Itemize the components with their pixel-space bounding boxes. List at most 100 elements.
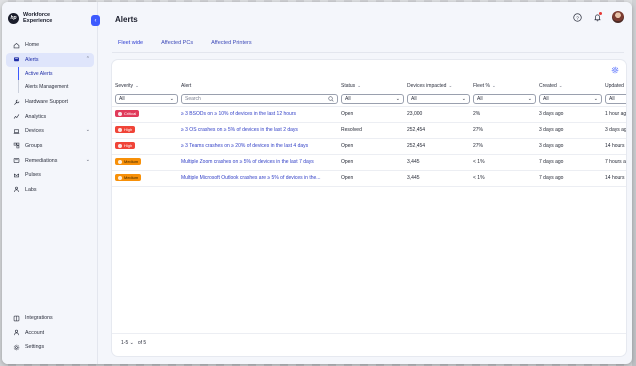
sort-chevron-icon: ⌄ <box>491 83 496 88</box>
sort-chevron-icon: ⌄ <box>135 83 139 88</box>
column-header-fleet-percent[interactable]: Fleet % ⌄ <box>470 80 536 92</box>
column-header-updated[interactable]: Updated <box>602 80 626 92</box>
severity-icon <box>118 127 122 132</box>
severity-label: Critical <box>124 111 137 117</box>
column-header-status[interactable]: Status ⌄ <box>338 80 404 92</box>
sidebar-item-pulses[interactable]: Pulses <box>6 168 94 182</box>
user-avatar[interactable] <box>612 11 624 23</box>
tab-affected-printers[interactable]: Affected Printers <box>209 38 254 52</box>
severity-cell: Critical <box>112 106 178 123</box>
laptop-icon <box>12 127 20 135</box>
chevron-down-icon: ⌄ <box>527 95 532 102</box>
chevron-down-icon: ⌄ <box>593 95 598 102</box>
severity-icon <box>118 143 122 148</box>
integrations-icon <box>12 314 20 322</box>
devices-cell: 3,445 <box>404 154 470 171</box>
sidebar-item-label: Account <box>25 329 45 336</box>
table-row[interactable]: High ≥ 3 OS crashes on ≥ 5% of devices in… <box>112 122 626 139</box>
table-row[interactable]: Critical ≥ 3 BSODs on ≥ 10% of devices in… <box>112 106 626 123</box>
pulse-icon <box>12 171 20 179</box>
notifications-bell-icon[interactable] <box>592 12 602 22</box>
sidebar-item-alerts[interactable]: Alerts ⌃ <box>6 52 94 67</box>
brand: hp Workforce Experience <box>8 12 57 24</box>
alert-cell[interactable]: ≥ 3 OS crashes on ≥ 5% of devices in the… <box>178 122 338 139</box>
sidebar-item-labs[interactable]: Labs <box>6 183 94 197</box>
alert-cell[interactable]: ≥ 3 BSODs on ≥ 10% of devices in the las… <box>178 106 338 123</box>
column-header-devices-impacted[interactable]: Devices impacted ⌄ <box>404 80 470 92</box>
chevron-down-icon: ⌄ <box>395 95 400 102</box>
sidebar-item-label: Remediations <box>25 157 58 164</box>
column-header-created[interactable]: Created ⌄ <box>536 80 602 92</box>
devices-cell: 23,000 <box>404 106 470 123</box>
search-icon <box>328 96 334 102</box>
hp-logo: hp <box>8 12 19 24</box>
tab-affected-pcs[interactable]: Affected PCs <box>159 38 195 52</box>
chevron-up-icon: ⌃ <box>85 55 90 62</box>
severity-label: High <box>124 127 133 133</box>
severity-label: Medium <box>124 159 139 165</box>
table-row[interactable]: Medium Multiple Zoom crashes on ≥ 5% of d… <box>112 154 626 171</box>
page-range-select[interactable]: 1-5 ⌄ <box>121 340 134 346</box>
status-cell: Resolved <box>338 122 404 139</box>
subnav-item-active-alerts[interactable]: Active Alerts <box>25 67 94 80</box>
remediation-icon <box>12 157 20 165</box>
collapse-sidebar-button[interactable]: ‹ <box>91 15 100 26</box>
sidebar-item-devices[interactable]: Devices ⌄ <box>6 124 94 138</box>
sidebar-item-label: Settings <box>25 344 45 351</box>
sidebar-item-hardware-support[interactable]: Hardware Support <box>6 95 94 109</box>
home-icon <box>12 41 20 49</box>
updated-cell: 7 hours ago <box>602 154 626 171</box>
sidebar-item-analytics[interactable]: Analytics <box>6 110 94 124</box>
alert-cell[interactable]: ≥ 3 Teams crashes on ≥ 20% of devices in… <box>178 138 338 155</box>
sidebar-item-remediations[interactable]: Remediations ⌄ <box>6 154 94 168</box>
alert-cell[interactable]: Multiple Microsoft Outlook crashes are ≥… <box>178 170 338 187</box>
updated-cell: 1 hour ago <box>602 106 626 123</box>
severity-icon <box>118 159 122 164</box>
subnav-item-alerts-management[interactable]: Alerts Management <box>25 80 94 93</box>
table-row[interactable]: Medium Multiple Microsoft Outlook crashes… <box>112 170 626 187</box>
tab-fleet-wide[interactable]: Fleet wide <box>116 38 146 53</box>
alert-search-input[interactable]: Search <box>181 93 338 104</box>
sidebar-item-settings[interactable]: Settings <box>6 340 94 354</box>
account-icon <box>12 329 20 337</box>
sidebar-item-groups[interactable]: Groups <box>6 139 94 153</box>
status-filter-select[interactable]: All ⌄ <box>341 93 404 104</box>
fleet-filter-select[interactable]: All ⌄ <box>473 93 536 104</box>
sidebar-item-label: Devices <box>25 128 44 135</box>
sidebar-item-label: Pulses <box>25 172 41 179</box>
updated-filter-select[interactable]: All <box>605 93 626 104</box>
sidebar-item-home[interactable]: Home <box>6 38 94 52</box>
table-row[interactable]: High ≥ 3 Teams crashes on ≥ 20% of device… <box>112 138 626 155</box>
wrench-icon <box>12 98 20 106</box>
sidebar: hp Workforce Experience Home Alerts ⌃ Activ… <box>2 2 98 364</box>
alert-cell[interactable]: Multiple Zoom crashes on ≥ 5% of devices… <box>178 154 338 171</box>
alert-tabs: Fleet wide Affected PCs Affected Printer… <box>116 38 254 53</box>
devices-filter-select[interactable]: All ⌄ <box>407 93 470 104</box>
sidebar-item-integrations[interactable]: Integrations <box>6 311 94 325</box>
column-header-severity[interactable]: Severity ⌄ <box>112 80 178 92</box>
created-filter-select[interactable]: All ⌄ <box>539 93 602 104</box>
active-indicator <box>18 67 19 81</box>
created-cell: 7 days ago <box>536 154 602 171</box>
pager-divider <box>112 333 626 334</box>
devices-cell: 252,454 <box>404 122 470 139</box>
chevron-down-icon: ⌄ <box>85 156 90 163</box>
severity-badge: Medium <box>115 174 142 182</box>
sidebar-item-account[interactable]: Account <box>6 326 94 340</box>
chart-icon <box>12 113 20 121</box>
help-icon[interactable]: ? <box>572 12 582 22</box>
sidebar-item-label: Analytics <box>25 113 47 120</box>
chevron-down-icon: ⌄ <box>85 127 90 134</box>
sidebar-nav-bottom: Integrations Account Settings <box>6 311 94 355</box>
table-settings-icon[interactable] <box>611 66 620 75</box>
app-window: hp Workforce Experience Home Alerts ⌃ Activ… <box>2 2 632 364</box>
updated-cell: 14 hours ago <box>602 138 626 155</box>
updated-cell: 3 days ago <box>602 122 626 139</box>
devices-cell: 3,445 <box>404 170 470 187</box>
fleet-cell: 2% <box>470 106 536 123</box>
column-header-alert[interactable]: Alert <box>178 80 338 92</box>
alert-icon <box>12 56 20 64</box>
table-header-row: Severity ⌄ Alert Status ⌄ Devices impacted… <box>112 80 626 92</box>
status-cell: Open <box>338 138 404 155</box>
severity-filter-select[interactable]: All ⌄ <box>115 93 178 104</box>
